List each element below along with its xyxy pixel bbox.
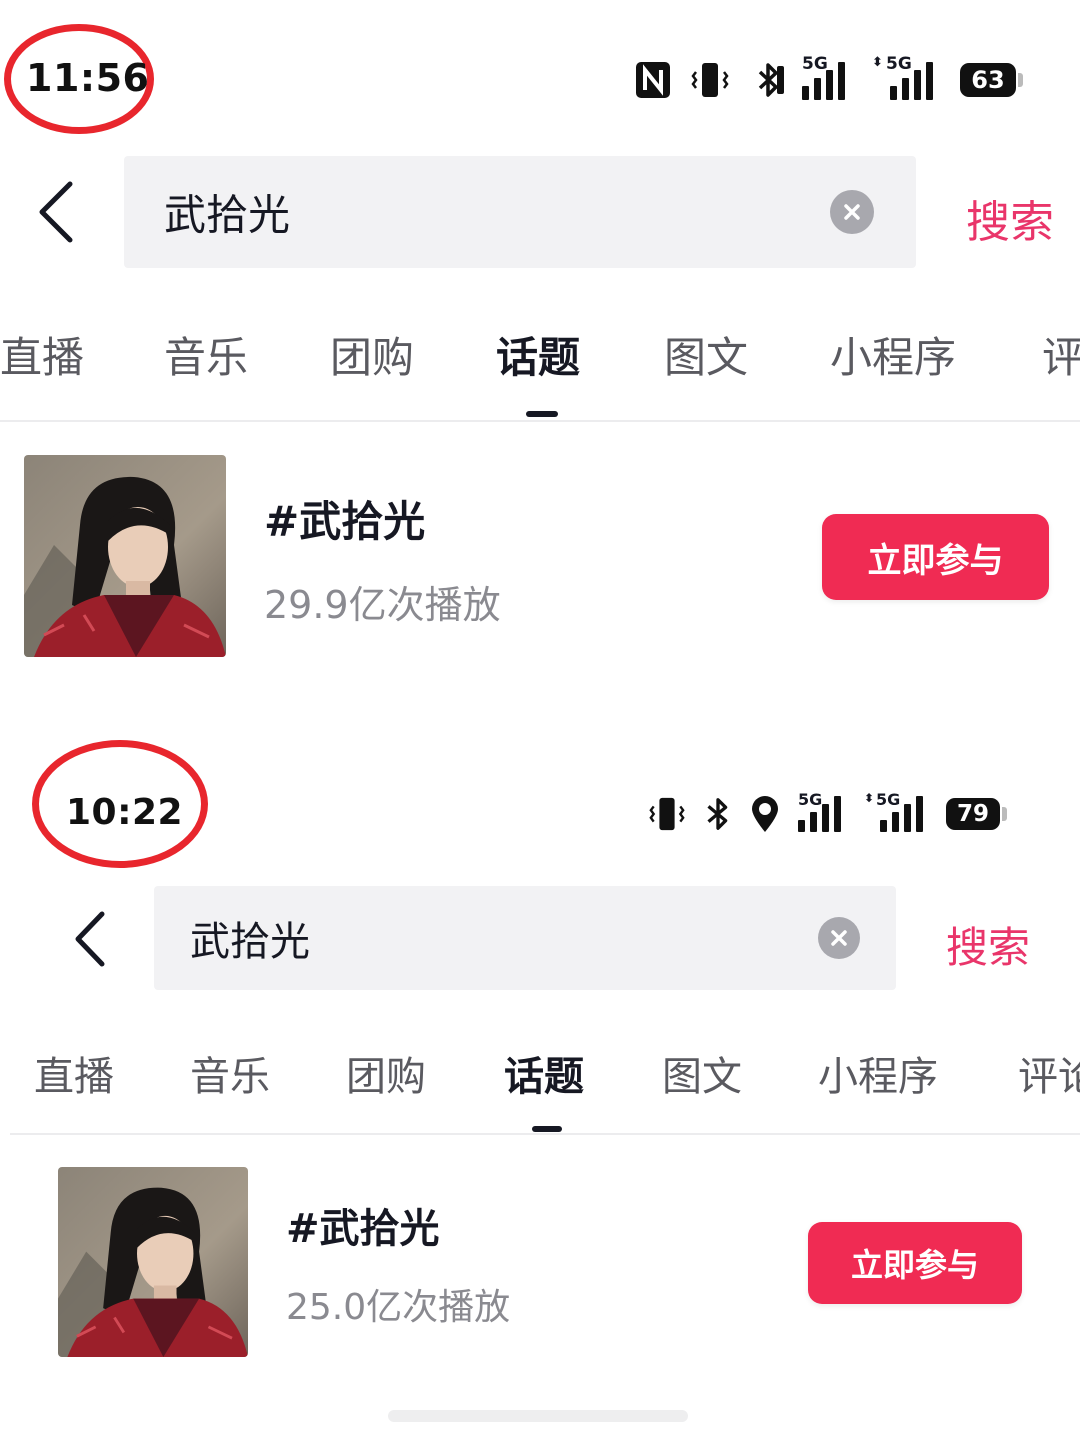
tab-music[interactable]: 音乐: [164, 324, 248, 385]
screenshot-2: 10:22 5G ⬍ 5G 79 武拾光 搜索 直播 音乐 团购 话题 图文 小…: [0, 700, 1080, 1438]
nfc-icon: [634, 60, 672, 100]
home-indicator: [388, 1410, 688, 1422]
vibrate-icon: [690, 60, 730, 100]
search-input[interactable]: 武拾光: [124, 156, 916, 268]
tab-topics[interactable]: 话题: [496, 324, 580, 385]
clear-icon[interactable]: [818, 917, 860, 959]
status-icons: 5G ⬍ 5G 79: [648, 792, 1007, 834]
tab-comments[interactable]: 评论: [1018, 1044, 1080, 1102]
topic-play-count: 29.9亿次播放: [264, 583, 501, 627]
category-tabs: 直播 音乐 团购 话题 图文 小程序 评: [0, 324, 1080, 404]
screenshot-1: 11:56 5G ⬍ 5G 63 武拾光 搜索 直播 音乐 团购 话题 图文 小…: [0, 0, 1080, 700]
join-button[interactable]: 立即参与: [822, 514, 1049, 600]
tab-live[interactable]: 直播: [34, 1044, 114, 1102]
active-tab-indicator: [532, 1126, 562, 1132]
battery-icon: 79: [946, 798, 1007, 830]
status-time: 11:56: [26, 56, 150, 100]
back-icon[interactable]: [70, 910, 110, 972]
tab-mini-program[interactable]: 小程序: [830, 324, 956, 385]
tab-topics[interactable]: 话题: [504, 1044, 584, 1102]
search-input[interactable]: 武拾光: [154, 886, 896, 990]
tab-music[interactable]: 音乐: [190, 1044, 270, 1102]
topic-play-count: 25.0亿次播放: [286, 1287, 511, 1328]
divider: [10, 1133, 1080, 1135]
category-tabs: 直播 音乐 团购 话题 图文 小程序 评论: [0, 1044, 1080, 1124]
tab-group-buy[interactable]: 团购: [330, 324, 414, 385]
topic-title[interactable]: #武拾光: [286, 1196, 440, 1254]
status-time: 10:22: [66, 792, 184, 833]
battery-icon: 63: [960, 63, 1023, 97]
search-query: 武拾光: [164, 190, 291, 240]
signal-icon: ⬍ 5G: [864, 792, 930, 832]
signal-icon: 5G: [798, 792, 848, 832]
search-button[interactable]: 搜索: [966, 186, 1054, 250]
tab-mini-program[interactable]: 小程序: [818, 1044, 938, 1102]
divider: [0, 420, 1080, 422]
join-button[interactable]: 立即参与: [808, 1222, 1022, 1304]
topic-thumbnail[interactable]: [58, 1167, 248, 1357]
tab-group-buy[interactable]: 团购: [346, 1044, 426, 1102]
tab-image-text[interactable]: 图文: [662, 1044, 742, 1102]
bluetooth-icon: [748, 60, 788, 100]
search-button[interactable]: 搜索: [946, 914, 1030, 975]
signal-icon: ⬍ 5G: [872, 56, 942, 100]
tab-comments[interactable]: 评: [1042, 324, 1080, 385]
back-icon[interactable]: [34, 180, 78, 248]
topic-title[interactable]: #武拾光: [264, 488, 425, 549]
tab-live[interactable]: 直播: [0, 324, 84, 385]
active-tab-indicator: [526, 411, 558, 417]
bluetooth-icon: [702, 795, 734, 833]
topic-thumbnail[interactable]: [24, 455, 226, 657]
clear-icon[interactable]: [830, 190, 874, 234]
tab-image-text[interactable]: 图文: [664, 324, 748, 385]
vibrate-icon: [648, 795, 686, 833]
signal-icon: 5G: [802, 56, 854, 100]
search-query: 武拾光: [190, 919, 310, 965]
status-icons: 5G ⬍ 5G 63: [634, 56, 1023, 102]
location-icon: [748, 794, 782, 834]
